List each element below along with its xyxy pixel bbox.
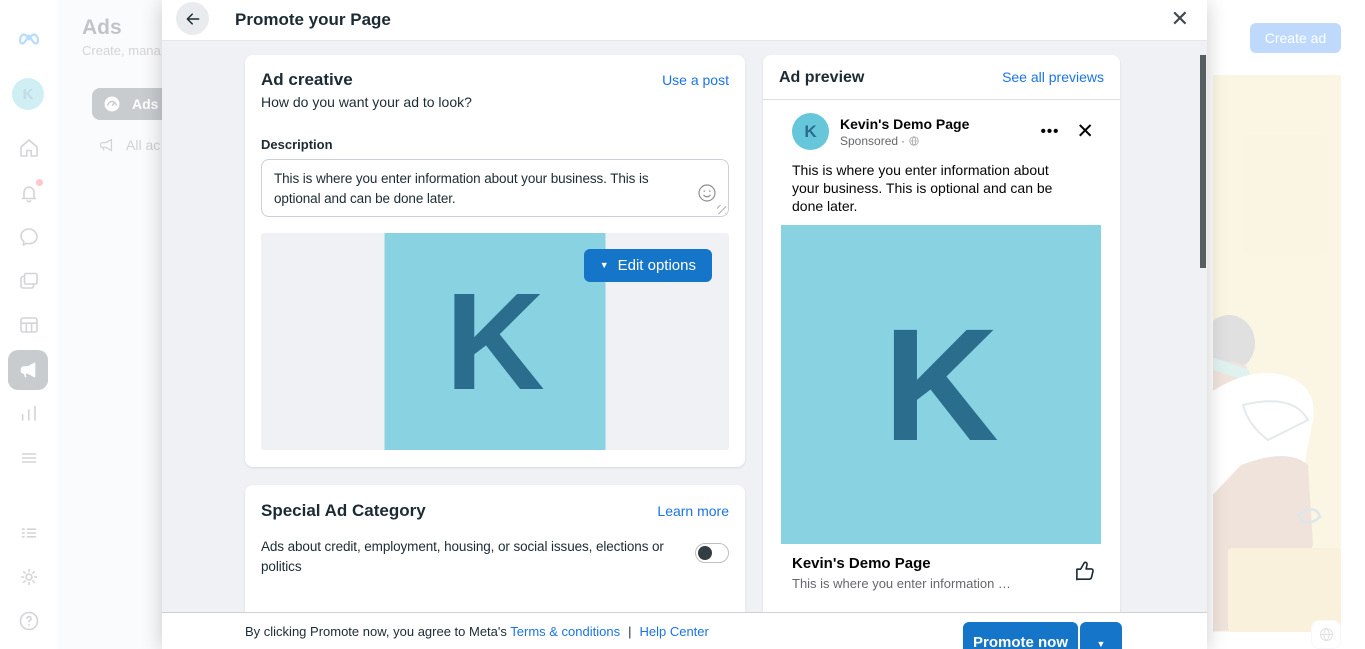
caret-down-icon: ▼: [599, 260, 609, 270]
separator: |: [628, 624, 632, 639]
see-all-previews-link[interactable]: See all previews: [1002, 69, 1104, 85]
agree-prefix: By clicking Promote now, you agree to Me…: [245, 624, 511, 639]
description-label: Description: [261, 137, 333, 152]
modal-footer: By clicking Promote now, you agree to Me…: [162, 612, 1207, 649]
description-value: This is where you enter information abou…: [274, 171, 649, 206]
more-options-icon[interactable]: •••: [1041, 123, 1060, 140]
post-image-letter: K: [883, 294, 999, 474]
modal-scrollbar[interactable]: [1200, 55, 1206, 268]
modal-header: Promote your Page ✕: [162, 0, 1207, 41]
arrow-left-icon: [186, 12, 199, 25]
ad-preview-card: Ad preview See all previews K Kevin's De…: [763, 55, 1120, 612]
ad-creative-card: Ad creative Use a post How do you want y…: [245, 55, 745, 467]
ad-image-preview: K ▼ Edit options: [261, 233, 729, 450]
ad-preview-title: Ad preview: [779, 69, 865, 86]
edit-options-button[interactable]: ▼ Edit options: [583, 249, 712, 282]
ad-image-letter: K: [445, 264, 545, 419]
globe-small-icon: [909, 135, 919, 146]
promote-now-button[interactable]: Promote now: [963, 622, 1078, 649]
toggle-knob: [698, 546, 712, 560]
ad-image: K: [384, 233, 606, 450]
page-avatar: K: [792, 113, 829, 150]
emoji-smiley-icon[interactable]: [696, 182, 718, 204]
sponsored-label: Sponsored: [840, 133, 899, 148]
ad-creative-title: Ad creative: [261, 70, 353, 89]
special-ad-toggle[interactable]: [695, 543, 729, 563]
terms-conditions-link[interactable]: Terms & conditions: [510, 624, 620, 639]
post-body-text: This is where you enter information abou…: [792, 162, 1053, 214]
special-ad-title: Special Ad Category: [261, 501, 426, 520]
post-image: K: [781, 225, 1101, 544]
caret-down-icon: ▼: [1096, 638, 1106, 649]
page-name: Kevin's Demo Page: [840, 115, 970, 132]
special-ad-description: Ads about credit, employment, housing, o…: [261, 539, 664, 574]
promote-page-modal: Promote your Page ✕ Ad creative Use a po…: [162, 0, 1207, 649]
like-thumb-icon[interactable]: [1072, 558, 1098, 589]
promote-dropdown-button[interactable]: ▼: [1080, 622, 1122, 649]
dot-separator: ·: [901, 133, 906, 148]
preview-post: K Kevin's Demo Page Sponsored · ••• ✕ Th…: [763, 100, 1120, 591]
post-footer-description: This is where you enter information …: [792, 576, 1011, 591]
back-button[interactable]: [176, 2, 209, 35]
use-a-post-link[interactable]: Use a post: [662, 72, 729, 88]
modal-body: Ad creative Use a post How do you want y…: [162, 41, 1207, 612]
modal-title: Promote your Page: [235, 10, 391, 29]
close-icon[interactable]: ✕: [1171, 4, 1189, 34]
terms-text: By clicking Promote now, you agree to Me…: [245, 624, 709, 639]
edit-options-label: Edit options: [617, 257, 696, 274]
dismiss-ad-icon[interactable]: ✕: [1076, 121, 1094, 142]
post-footer-page-name: Kevin's Demo Page: [792, 555, 931, 572]
description-input[interactable]: This is where you enter information abou…: [261, 159, 729, 217]
special-ad-category-card: Special Ad Category Learn more Ads about…: [245, 485, 745, 612]
ad-creative-subtitle: How do you want your ad to look?: [261, 94, 472, 110]
learn-more-link[interactable]: Learn more: [657, 503, 729, 519]
help-center-link[interactable]: Help Center: [639, 624, 708, 639]
